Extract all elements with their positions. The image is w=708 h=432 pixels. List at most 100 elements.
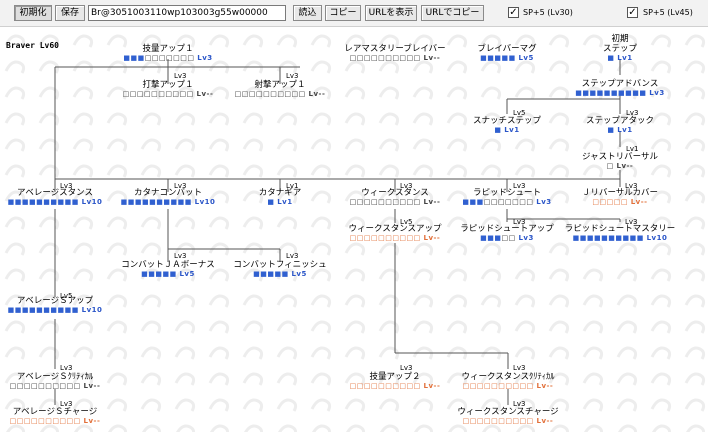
skill-node-rare-mastery-braver[interactable]: レアマスタリーブレイバー □□□□□□□□□□ Lv--	[344, 44, 445, 63]
copy-button[interactable]: コピー	[325, 5, 361, 21]
skill-level-pips[interactable]: □□□□□□□□□□ Lv--	[457, 417, 558, 426]
skill-level-pips[interactable]: ■ Lv1	[586, 126, 654, 135]
skill-node-average-s-up[interactable]: アベレージＳアップ ■■■■■■■■■■ Lv10	[8, 296, 103, 315]
skill-node-just-reversal[interactable]: ジャストリバーサル □ Lv--	[582, 152, 658, 171]
skill-code-input[interactable]: Br@3051003110wp103003g55w00000	[88, 5, 286, 21]
skill-name: 射撃アップ１	[254, 80, 306, 90]
skill-name: ジャストリバーサル	[582, 152, 658, 162]
skill-node-step-attack[interactable]: ステップアタック ■ Lv1	[586, 116, 654, 135]
skill-node-rapid-shoot-up[interactable]: ラピッドシュートアップ ■■■□□ Lv3	[460, 224, 554, 243]
show-url-button[interactable]: URLを表示	[365, 5, 417, 21]
skill-level: Lv--	[423, 234, 441, 242]
toolbar: 初期化 保存 Br@3051003110wp103003g55w00000 読込…	[0, 0, 708, 27]
skill-node-weak-stance[interactable]: ウィークスタンス □□□□□□□□□□ Lv--	[350, 188, 441, 207]
skill-name: ブレイバーマグ	[477, 44, 537, 54]
skill-level: Lv10	[81, 306, 103, 314]
sp-lv45-label: SP+5 (Lv45)	[643, 8, 693, 17]
skill-node-average-s-critical[interactable]: アベレージＳｸﾘﾃｨｶﾙ □□□□□□□□□□ Lv--	[10, 372, 101, 391]
skill-level-pips[interactable]: ■■■■■■■■■■ Lv10	[8, 306, 103, 315]
skill-name: ウィークスタンスｸﾘﾃｨｶﾙ	[461, 372, 555, 382]
skill-name: スナッチステップ	[472, 116, 542, 126]
skill-node-dex-up-2[interactable]: 技量アップ２ □□□□□□□□□□ Lv--	[350, 372, 441, 391]
save-button[interactable]: 保存	[55, 5, 85, 21]
skill-level-pips[interactable]: □□□□□□□□□□ Lv--	[10, 382, 101, 391]
skill-node-average-stance[interactable]: アベレージスタンス ■■■■■■■■■■ Lv10	[8, 188, 103, 207]
load-button[interactable]: 読込	[293, 5, 322, 21]
skill-node-weak-stance-charge[interactable]: ウィークスタンスチャージ □□□□□□□□□□ Lv--	[457, 407, 558, 426]
skill-name: ラピッドシュート	[472, 188, 541, 198]
skill-name: 技量アップ１	[142, 44, 194, 54]
skill-level-pips[interactable]: ■■■□□□□□□□ Lv3	[462, 198, 551, 207]
skill-level-pips[interactable]: ■■■■■■■■■■ Lv10	[565, 234, 676, 243]
skill-node-step-advance[interactable]: ステップアドバンス ■■■■■■■■■■ Lv3	[575, 79, 664, 98]
skill-node-combat-finish[interactable]: コンバットフィニッシュ ■■■■■ Lv5	[233, 260, 326, 279]
skill-node-snatch-step[interactable]: スナッチステップ ■ Lv1	[473, 116, 541, 135]
skill-node-weak-stance-up[interactable]: ウィークスタンスアップ □□□□□□□□□□ Lv--	[348, 224, 441, 243]
skill-level-pips[interactable]: ■■■■■■■■■■ Lv10	[8, 198, 103, 207]
skill-name: ラピッドシュートマスタリー	[564, 224, 676, 234]
skill-level: Lv--	[616, 162, 634, 170]
sp-lv30-checkbox[interactable]: ✓	[508, 7, 519, 18]
skill-node-dex-up-1[interactable]: 技量アップ１ ■■■□□□□□□□ Lv3	[123, 44, 212, 63]
skill-name: アベレージＳチャージ	[12, 407, 98, 417]
skill-level-pips[interactable]: ■■■□□□□□□□ Lv3	[123, 54, 212, 63]
skill-node-weak-stance-critical[interactable]: ウィークスタンスｸﾘﾃｨｶﾙ □□□□□□□□□□ Lv--	[461, 372, 554, 391]
skill-level-pips[interactable]: □□□□□ Lv--	[582, 198, 658, 207]
skill-level-pips[interactable]: □□□□□□□□□□ Lv--	[461, 382, 554, 391]
req-label: Lv3	[286, 72, 299, 80]
skill-level-pips[interactable]: ■ Lv1	[473, 126, 541, 135]
skill-level: Lv10	[194, 198, 216, 206]
class-title: Braver Lv60	[6, 41, 59, 50]
reset-button[interactable]: 初期化	[14, 5, 52, 21]
skill-node-katana-gear[interactable]: カタナギア ■ Lv1	[259, 188, 302, 207]
skill-name: Ｊリバーサルカバー	[581, 188, 659, 198]
skill-level: Lv3	[197, 54, 213, 62]
skill-level-pips[interactable]: ■■■■■■■■■■ Lv10	[121, 198, 216, 207]
skill-level-pips[interactable]: ■■■■■ Lv5	[477, 54, 536, 63]
skill-name: 打撃アップ１	[142, 80, 194, 90]
skill-node-braver-mag[interactable]: ブレイバーマグ ■■■■■ Lv5	[477, 44, 536, 63]
skill-name: 初期 ステップ	[602, 34, 638, 54]
skill-level: Lv10	[81, 198, 103, 206]
skill-level-pips[interactable]: ■■■■■ Lv5	[233, 270, 326, 279]
skill-node-rapid-shoot[interactable]: ラピッドシュート ■■■□□□□□□□ Lv3	[462, 188, 551, 207]
skill-level-pips[interactable]: □□□□□□□□□□ Lv--	[123, 90, 214, 99]
skill-level-pips[interactable]: □□□□□□□□□□ Lv--	[348, 234, 441, 243]
skill-level-pips[interactable]: □□□□□□□□□□ Lv--	[10, 417, 101, 426]
skill-name: ウィークスタンス	[361, 188, 429, 198]
skill-node-katana-combat[interactable]: カタナコンバット ■■■■■■■■■■ Lv10	[121, 188, 216, 207]
skill-level: Lv--	[630, 198, 648, 206]
skill-node-j-reversal-cover[interactable]: Ｊリバーサルカバー □□□□□ Lv--	[582, 188, 658, 207]
skill-node-striking-up-1[interactable]: 打撃アップ１ □□□□□□□□□□ Lv--	[123, 80, 214, 99]
req-label: Lv3	[174, 252, 187, 260]
skill-level: Lv3	[536, 198, 552, 206]
skill-level-pips[interactable]: □□□□□□□□□□ Lv--	[350, 382, 441, 391]
skill-node-average-s-charge[interactable]: アベレージＳチャージ □□□□□□□□□□ Lv--	[10, 407, 101, 426]
skill-level-pips[interactable]: ■■■□□ Lv3	[460, 234, 554, 243]
skill-level: Lv1	[504, 126, 520, 134]
skill-level-pips[interactable]: ■■■■■■■■■■ Lv3	[575, 89, 664, 98]
skill-level-pips[interactable]: ■ Lv1	[603, 54, 637, 63]
skill-level: Lv5	[291, 270, 307, 278]
skill-level-pips[interactable]: □□□□□□□□□□ Lv--	[344, 54, 445, 63]
skill-level-pips[interactable]: □ Lv--	[582, 162, 658, 171]
skill-level: Lv--	[83, 417, 101, 425]
req-label: Lv3	[286, 252, 299, 260]
skill-level-pips[interactable]: □□□□□□□□□□ Lv--	[350, 198, 441, 207]
skill-name: カタナギア	[258, 188, 302, 198]
skill-name: コンバットＪＡボーナス	[121, 260, 215, 270]
skill-name: アベレージスタンス	[17, 188, 93, 198]
skill-node-rapid-shoot-mastery[interactable]: ラピッドシュートマスタリー ■■■■■■■■■■ Lv10	[565, 224, 676, 243]
skill-level-pips[interactable]: ■■■■■ Lv5	[121, 270, 215, 279]
skill-level: Lv1	[617, 54, 633, 62]
copy-url-button[interactable]: URLでコピー	[421, 5, 484, 21]
skill-level-pips[interactable]: □□□□□□□□□□ Lv--	[235, 90, 326, 99]
sp-lv45-checkbox[interactable]: ✓	[627, 7, 638, 18]
skill-node-initial-step[interactable]: 初期 ステップ ■ Lv1	[603, 34, 637, 63]
skill-name: レアマスタリーブレイバー	[344, 44, 446, 54]
req-label: Lv3	[400, 364, 413, 372]
skill-node-ranged-up-1[interactable]: 射撃アップ１ □□□□□□□□□□ Lv--	[235, 80, 326, 99]
skill-level: Lv--	[536, 417, 554, 425]
skill-node-combat-ja-bonus[interactable]: コンバットＪＡボーナス ■■■■■ Lv5	[121, 260, 215, 279]
skill-level-pips[interactable]: ■ Lv1	[259, 198, 302, 207]
